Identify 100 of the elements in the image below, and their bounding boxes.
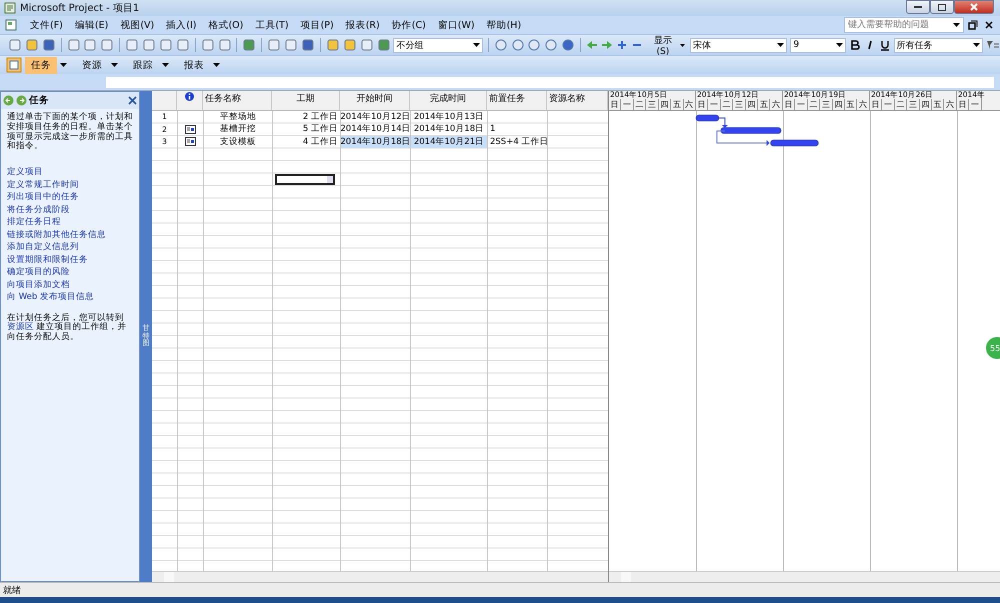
task-link[interactable]: 列出项目中的任务 xyxy=(7,191,133,204)
menu-item[interactable]: 项目(P) xyxy=(294,18,340,32)
day-label: 四 xyxy=(658,99,672,110)
forward-icon[interactable] xyxy=(16,95,27,106)
table-cell: 4 工作日 xyxy=(302,136,338,148)
dropdown-arrow-icon xyxy=(472,43,480,47)
table-cell: 2014年10月21日 xyxy=(411,136,487,148)
column-header[interactable]: 前置任务 xyxy=(487,91,547,110)
task-link[interactable]: 排定任务日程 xyxy=(7,216,133,229)
day-label: 三 xyxy=(646,99,659,110)
resource-link[interactable]: 资源区 xyxy=(7,322,34,332)
table-cell: 平整场地 xyxy=(220,110,256,123)
app-icon xyxy=(4,2,16,14)
group-dropdown[interactable]: 不分组 xyxy=(393,38,483,52)
entry-field[interactable] xyxy=(106,76,994,88)
dropdown-arrow-icon[interactable] xyxy=(213,63,220,67)
table-cell: 5 工作日 xyxy=(302,123,338,136)
plus-icon[interactable] xyxy=(616,39,628,51)
dropdown-arrow-icon xyxy=(972,43,980,47)
horizontal-scrollbar[interactable] xyxy=(152,571,608,582)
minimize-icon xyxy=(914,6,922,8)
task-link[interactable]: 确定项目的风险 xyxy=(7,266,133,279)
day-label: 日 xyxy=(870,99,882,110)
menu-item[interactable]: 窗口(W) xyxy=(432,18,481,32)
menu-item[interactable]: 工具(T) xyxy=(249,18,295,32)
restore-icon[interactable] xyxy=(968,20,978,30)
day-label: 一 xyxy=(708,99,721,110)
menu-item[interactable]: 帮助(H) xyxy=(480,18,528,32)
task-link[interactable]: 将任务分成阶段 xyxy=(7,204,133,216)
bold-icon[interactable] xyxy=(848,39,861,51)
view-tab[interactable]: 任务 xyxy=(25,56,57,74)
duration-spin-field[interactable] xyxy=(275,174,335,185)
menu-item[interactable]: 编辑(E) xyxy=(68,18,114,32)
autofilter-icon[interactable] xyxy=(986,39,1000,51)
table-cell: 2014年10月14日 xyxy=(341,124,410,135)
day-label: 五 xyxy=(932,99,944,110)
column-header[interactable]: 完成时间 xyxy=(410,91,487,110)
dropdown-arrow-icon xyxy=(953,23,960,27)
task-link[interactable]: 向 Web 发布项目信息 xyxy=(7,291,133,304)
menu-item[interactable]: 视图(V) xyxy=(114,18,160,32)
underline-icon[interactable] xyxy=(878,39,891,51)
day-label: 五 xyxy=(758,99,770,110)
task-link[interactable]: 定义常规工作时间 xyxy=(7,178,133,192)
column-header[interactable]: 开始时间 xyxy=(340,91,410,110)
day-label: 五 xyxy=(671,99,684,110)
maximize-button[interactable] xyxy=(930,0,954,14)
menu-item[interactable]: 协作(C) xyxy=(386,18,432,32)
dropdown-arrow-icon[interactable] xyxy=(111,63,118,67)
day-label: 六 xyxy=(857,99,870,110)
dropdown-arrow-icon[interactable] xyxy=(60,63,67,67)
day-label: 二 xyxy=(720,99,734,110)
day-label: 日 xyxy=(696,99,708,110)
column-header[interactable]: 任务名称 xyxy=(203,91,272,110)
day-label: 六 xyxy=(684,99,696,110)
task-pane-icon[interactable] xyxy=(6,57,22,73)
dropdown-arrow-icon[interactable] xyxy=(162,63,169,67)
close-icon xyxy=(970,3,978,11)
day-label: 五 xyxy=(845,99,858,110)
view-tab[interactable]: 跟踪 xyxy=(127,56,159,74)
menu-item[interactable]: 格式(O) xyxy=(202,18,250,32)
view-tab[interactable]: 资源 xyxy=(76,56,108,74)
gantt-bar[interactable] xyxy=(720,127,782,134)
window-title: Microsoft Project - 项目1 xyxy=(20,2,140,15)
horizontal-scrollbar[interactable] xyxy=(609,571,1000,582)
table-cell: 基槽开挖 xyxy=(220,123,256,136)
close-button[interactable] xyxy=(954,0,994,14)
left-arrow-icon[interactable] xyxy=(586,39,598,51)
table-cell: 2014年10月12日 xyxy=(341,111,410,122)
task-link[interactable]: 设置期限和限制任务 xyxy=(7,254,133,266)
gantt-bar[interactable] xyxy=(696,114,720,122)
help-search-field[interactable]: 键入需要帮助的问题 xyxy=(844,17,964,33)
back-icon[interactable] xyxy=(3,95,14,106)
menu-item[interactable]: 文件(F) xyxy=(24,18,69,32)
column-header[interactable]: 工期 xyxy=(272,91,340,110)
task-link[interactable]: 向项目添加文档 xyxy=(7,278,133,292)
day-label: 四 xyxy=(832,99,846,110)
gantt-bar[interactable] xyxy=(770,140,819,146)
task-link[interactable]: 添加自定义信息列 xyxy=(7,241,133,254)
minimize-button[interactable] xyxy=(906,0,930,14)
day-label: 二 xyxy=(894,99,908,110)
task-link[interactable]: 定义项目 xyxy=(7,166,133,179)
close-icon[interactable] xyxy=(984,20,994,30)
filter-dropdown[interactable]: 所有任务 xyxy=(894,38,983,52)
show-button[interactable]: 显示(S) xyxy=(646,34,688,56)
close-icon[interactable] xyxy=(128,96,137,105)
day-label: 三 xyxy=(820,99,833,110)
info-icon xyxy=(185,92,194,101)
font-size-dropdown[interactable]: 9 xyxy=(790,38,846,52)
day-label: 一 xyxy=(621,99,634,110)
view-tab[interactable]: 报表 xyxy=(178,56,210,74)
dependency-arrow xyxy=(718,118,728,128)
menu-item[interactable]: 插入(I) xyxy=(160,18,202,32)
menu-item[interactable]: 报表(R) xyxy=(340,18,386,32)
day-label: 四 xyxy=(920,99,932,110)
day-label: 日 xyxy=(782,99,796,110)
right-arrow-icon[interactable] xyxy=(600,39,613,51)
table-cell-text: 2014年10月18日 xyxy=(412,124,486,135)
font-dropdown[interactable]: 宋体 xyxy=(690,38,788,52)
status-text: 就绪 xyxy=(3,584,21,596)
task-link[interactable]: 链接或附加其他任务信息 xyxy=(7,228,133,242)
